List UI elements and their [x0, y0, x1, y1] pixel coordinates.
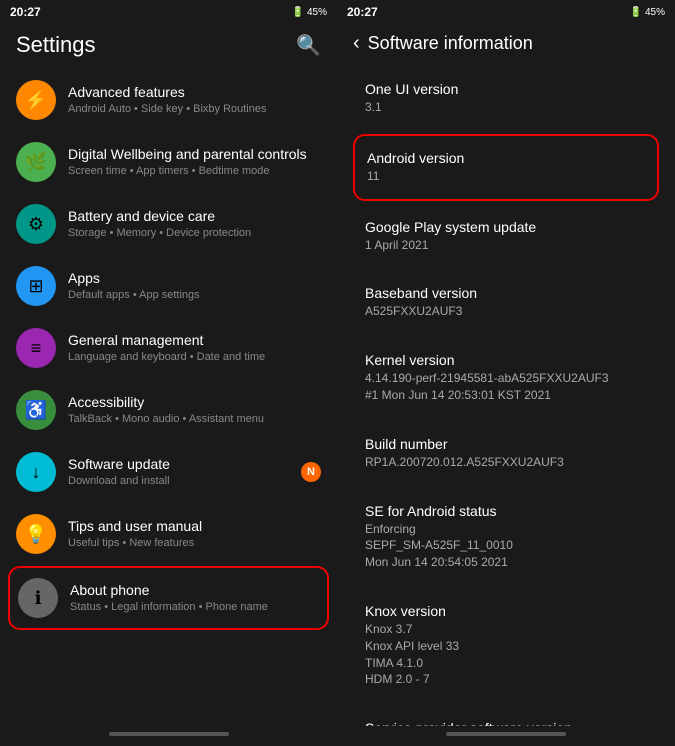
advanced-features-name: Advanced features: [68, 83, 321, 101]
general-management-icon: ≡: [16, 328, 56, 368]
settings-item-digital-wellbeing[interactable]: 🌿 Digital Wellbeing and parental controls…: [8, 132, 329, 192]
info-item-service-provider-version[interactable]: Service provider software versionSAOMC_S…: [353, 706, 659, 726]
advanced-features-text: Advanced featuresAndroid Auto • Side key…: [68, 83, 321, 116]
baseband-version-value: A525FXXU2AUF3: [365, 303, 647, 320]
general-management-sub: Language and keyboard • Date and time: [68, 350, 321, 364]
settings-item-apps[interactable]: ⊞ AppsDefault apps • App settings: [8, 256, 329, 316]
tips-icon: 💡: [16, 514, 56, 554]
settings-list: ⚡ Advanced featuresAndroid Auto • Side ke…: [0, 70, 337, 726]
battery-icon: ⚙: [16, 204, 56, 244]
right-bottom-bar: [337, 726, 675, 746]
right-status-icons: 🔋 45%: [630, 7, 665, 18]
software-update-icon: ↓: [16, 452, 56, 492]
android-version-label: Android version: [367, 150, 645, 166]
left-battery-pct: 45%: [307, 7, 327, 18]
accessibility-sub: TalkBack • Mono audio • Assistant menu: [68, 412, 321, 426]
general-management-name: General management: [68, 331, 321, 349]
one-ui-version-label: One UI version: [365, 81, 647, 97]
about-phone-icon: ℹ: [18, 578, 58, 618]
software-update-sub: Download and install: [68, 474, 301, 488]
se-android-status-value: Enforcing SEPF_SM-A525F_11_0010 Mon Jun …: [365, 521, 647, 571]
apps-icon: ⊞: [16, 266, 56, 306]
info-item-se-android-status[interactable]: SE for Android status Enforcing SEPF_SM-A…: [353, 489, 659, 585]
right-time: 20:27: [347, 5, 378, 19]
apps-name: Apps: [68, 269, 321, 287]
settings-item-about-phone[interactable]: ℹ About phoneStatus • Legal information •…: [8, 566, 329, 630]
battery-text: Battery and device careStorage • Memory …: [68, 207, 321, 240]
info-item-one-ui-version[interactable]: One UI version 3.1: [353, 67, 659, 130]
info-item-build-number[interactable]: Build number RP1A.200720.012.A525FXXU2AUF…: [353, 422, 659, 485]
left-status-icons: 🔋 45%: [292, 7, 327, 18]
info-item-android-version[interactable]: Android version 11: [353, 134, 659, 201]
about-phone-name: About phone: [70, 581, 319, 599]
se-android-status-label: SE for Android status: [365, 503, 647, 519]
left-bottom-bar: [0, 726, 337, 746]
advanced-features-icon: ⚡: [16, 80, 56, 120]
right-battery-pct: 45%: [645, 7, 665, 18]
settings-item-accessibility[interactable]: ♿ AccessibilityTalkBack • Mono audio • As…: [8, 380, 329, 440]
build-number-value: RP1A.200720.012.A525FXXU2AUF3: [365, 454, 647, 471]
left-time: 20:27: [10, 5, 41, 19]
kernel-version-value: 4.14.190-perf-21945581-abA525FXXU2AUF3 #…: [365, 370, 647, 404]
apps-text: AppsDefault apps • App settings: [68, 269, 321, 302]
knox-version-label: Knox version: [365, 603, 647, 619]
settings-item-general-management[interactable]: ≡ General managementLanguage and keyboard…: [8, 318, 329, 378]
right-status-bar: 20:27 🔋 45%: [337, 0, 675, 24]
back-button[interactable]: ‹: [353, 32, 360, 55]
right-page-title: Software information: [368, 33, 533, 54]
info-item-knox-version[interactable]: Knox version Knox 3.7 Knox API level 33 T…: [353, 589, 659, 702]
baseband-version-label: Baseband version: [365, 285, 647, 301]
right-battery-icon: 🔋: [630, 7, 642, 18]
left-status-bar: 20:27 🔋 45%: [0, 0, 337, 24]
info-item-kernel-version[interactable]: Kernel version 4.14.190-perf-21945581-abA…: [353, 338, 659, 418]
general-management-text: General managementLanguage and keyboard …: [68, 331, 321, 364]
about-phone-sub: Status • Legal information • Phone name: [70, 600, 319, 614]
accessibility-icon: ♿: [16, 390, 56, 430]
right-panel: 20:27 🔋 45% ‹ Software information One U…: [337, 0, 675, 746]
info-item-google-play-update[interactable]: Google Play system update 1 April 2021: [353, 205, 659, 268]
advanced-features-sub: Android Auto • Side key • Bixby Routines: [68, 102, 321, 116]
page-title: Settings: [16, 32, 96, 58]
one-ui-version-value: 3.1: [365, 99, 647, 116]
about-phone-text: About phoneStatus • Legal information • …: [70, 581, 319, 614]
digital-wellbeing-text: Digital Wellbeing and parental controlsS…: [68, 145, 321, 178]
google-play-update-label: Google Play system update: [365, 219, 647, 235]
battery-name: Battery and device care: [68, 207, 321, 225]
right-header: ‹ Software information: [337, 24, 675, 67]
apps-sub: Default apps • App settings: [68, 288, 321, 302]
digital-wellbeing-icon: 🌿: [16, 142, 56, 182]
tips-sub: Useful tips • New features: [68, 536, 321, 550]
software-info-list: One UI version 3.1 Android version 11 Google…: [337, 67, 675, 726]
tips-name: Tips and user manual: [68, 517, 321, 535]
right-home-indicator: [446, 732, 566, 736]
battery-sub: Storage • Memory • Device protection: [68, 226, 321, 240]
home-indicator: [109, 732, 229, 736]
left-battery-icon: 🔋: [292, 7, 304, 18]
tips-text: Tips and user manualUseful tips • New fe…: [68, 517, 321, 550]
google-play-update-value: 1 April 2021: [365, 237, 647, 254]
left-panel: 20:27 🔋 45% Settings 🔍 ⚡ Advanced feature…: [0, 0, 337, 746]
accessibility-name: Accessibility: [68, 393, 321, 411]
settings-item-battery[interactable]: ⚙ Battery and device careStorage • Memory…: [8, 194, 329, 254]
accessibility-text: AccessibilityTalkBack • Mono audio • Ass…: [68, 393, 321, 426]
settings-item-advanced-features[interactable]: ⚡ Advanced featuresAndroid Auto • Side ke…: [8, 70, 329, 130]
info-item-baseband-version[interactable]: Baseband version A525FXXU2AUF3: [353, 271, 659, 334]
digital-wellbeing-name: Digital Wellbeing and parental controls: [68, 145, 321, 163]
digital-wellbeing-sub: Screen time • App timers • Bedtime mode: [68, 164, 321, 178]
kernel-version-label: Kernel version: [365, 352, 647, 368]
search-icon[interactable]: 🔍: [296, 33, 321, 58]
build-number-label: Build number: [365, 436, 647, 452]
android-version-value: 11: [367, 168, 645, 185]
left-header: Settings 🔍: [0, 24, 337, 70]
knox-version-value: Knox 3.7 Knox API level 33 TIMA 4.1.0 HD…: [365, 621, 647, 688]
software-update-name: Software update: [68, 455, 301, 473]
settings-item-tips[interactable]: 💡 Tips and user manualUseful tips • New f…: [8, 504, 329, 564]
software-update-badge: N: [301, 462, 321, 482]
settings-item-software-update[interactable]: ↓ Software updateDownload and installN: [8, 442, 329, 502]
software-update-text: Software updateDownload and install: [68, 455, 301, 488]
